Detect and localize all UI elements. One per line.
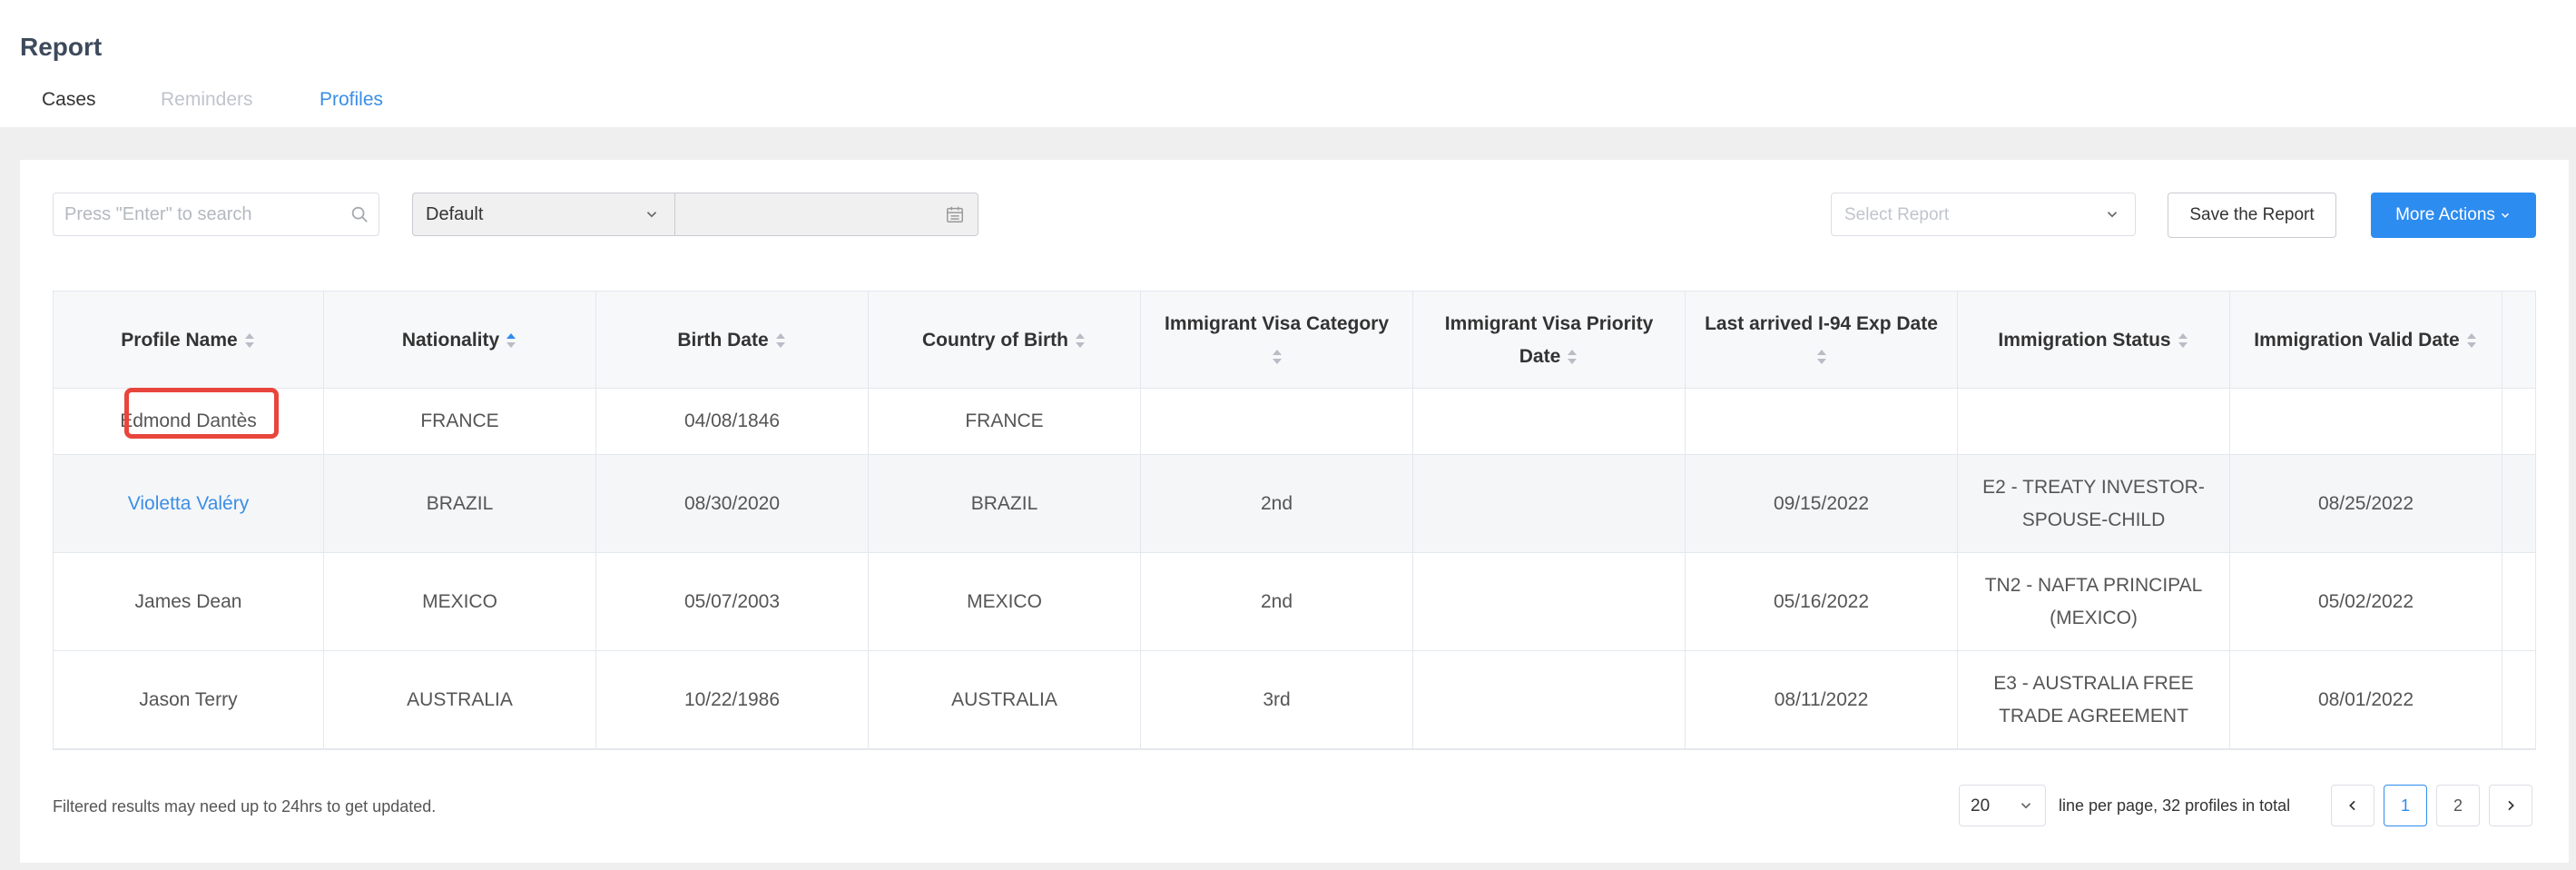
cell-priority-date [1413,389,1686,454]
column-header-immigration-valid-date[interactable]: Immigration Valid Date [2230,292,2502,389]
sort-icon[interactable] [774,331,787,350]
cell-visa-category [1141,389,1413,454]
table-row[interactable]: Violetta Valéry BRAZIL 08/30/2020 BRAZIL… [54,455,2535,553]
chevron-down-icon [2501,213,2509,218]
select-report-placeholder: Select Report [1844,205,1950,224]
report-panel: Default Select Report Save the Report Mo… [20,160,2569,863]
column-header-immigration-status[interactable]: Immigration Status [1958,292,2230,389]
table-header: Profile Name Nationality Birth Date Coun… [54,292,2535,389]
page-1-button[interactable]: 1 [2384,785,2427,826]
cell-valid-date: 08/01/2022 [2230,651,2502,748]
prev-page-button[interactable] [2331,785,2374,826]
column-header-country-of-birth[interactable]: Country of Birth [869,292,1141,389]
cell-valid-date: 08/25/2022 [2230,455,2502,552]
cell-visa-category: 2nd [1141,553,1413,650]
page-2-button[interactable]: 2 [2436,785,2480,826]
calendar-icon [947,206,963,222]
cell-country-of-birth: FRANCE [869,389,1141,454]
sort-icon[interactable] [1074,331,1086,350]
search-box[interactable] [53,193,379,236]
cell-more [2502,455,2535,552]
table-row[interactable]: Edmond Dantès FRANCE 04/08/1846 FRANCE [54,389,2535,455]
save-report-button[interactable]: Save the Report [2168,193,2336,238]
cell-immigration-status: E3 - AUSTRALIA FREE TRADE AGREEMENT [1958,651,2230,748]
cell-nationality: MEXICO [324,553,596,650]
sort-icon[interactable] [2177,331,2189,350]
sort-ascending-icon[interactable] [505,331,517,350]
cell-profile-name[interactable]: Jason Terry [54,651,324,748]
tab-cases[interactable]: Cases [42,89,96,111]
cell-i94-exp-date: 05/16/2022 [1686,553,1958,650]
table-row[interactable]: James Dean MEXICO 05/07/2003 MEXICO 2nd … [54,553,2535,651]
search-icon[interactable] [349,204,369,224]
profile-link-violetta-valery[interactable]: Violetta Valéry [54,455,324,552]
cell-valid-date [2230,389,2502,454]
cell-more [2502,651,2535,748]
sort-icon[interactable] [2465,331,2478,350]
cell-priority-date [1413,651,1686,748]
more-actions-label: More Actions [2395,205,2495,224]
sort-icon[interactable] [1271,348,1283,366]
cell-birth-date: 05/07/2003 [596,553,869,650]
filter-note: Filtered results may need up to 24hrs to… [53,797,437,816]
cell-i94-exp-date [1686,389,1958,454]
page-size-value: 20 [1971,796,1991,816]
chevron-down-icon [2020,803,2031,809]
cell-birth-date: 08/30/2020 [596,455,869,552]
page-title: Report [20,33,103,61]
cell-visa-category: 2nd [1141,455,1413,552]
cell-country-of-birth: MEXICO [869,553,1141,650]
cell-immigration-status: TN2 - NAFTA PRINCIPAL (MEXICO) [1958,553,2230,650]
table-row[interactable]: Jason Terry AUSTRALIA 10/22/1986 AUSTRAL… [54,651,2535,749]
cell-nationality: BRAZIL [324,455,596,552]
cell-nationality: FRANCE [324,389,596,454]
sort-icon[interactable] [1566,348,1578,366]
cell-more [2502,389,2535,454]
cell-profile-name[interactable]: James Dean [54,553,324,650]
cell-birth-date: 04/08/1846 [596,389,869,454]
column-header-birth-date[interactable]: Birth Date [596,292,869,389]
date-type-value: Default [426,204,484,224]
more-actions-button[interactable]: More Actions [2371,193,2536,238]
select-report-dropdown[interactable]: Select Report [1831,193,2136,236]
column-header-more [2502,292,2535,389]
cell-more [2502,553,2535,650]
cell-i94-exp-date: 08/11/2022 [1686,651,1958,748]
tab-profiles[interactable]: Profiles [320,89,383,111]
cell-immigration-status [1958,389,2230,454]
sort-icon[interactable] [1815,348,1828,366]
chevron-right-icon [2508,800,2514,811]
chevron-down-icon [646,212,657,218]
profiles-table: Profile Name Nationality Birth Date Coun… [53,291,2536,750]
cell-valid-date: 05/02/2022 [2230,553,2502,650]
cell-visa-category: 3rd [1141,651,1413,748]
cell-i94-exp-date: 09/15/2022 [1686,455,1958,552]
cell-birth-date: 10/22/1986 [596,651,869,748]
cell-priority-date [1413,455,1686,552]
cell-country-of-birth: BRAZIL [869,455,1141,552]
top-bar: Report Cases Reminders Profiles [0,0,2576,127]
next-page-button[interactable] [2489,785,2532,826]
search-input[interactable] [54,193,344,235]
cell-immigration-status: E2 - TREATY INVESTOR-SPOUSE-CHILD [1958,455,2230,552]
column-header-profile-name[interactable]: Profile Name [54,292,324,389]
sort-icon[interactable] [243,331,256,350]
column-header-immigrant-visa-category[interactable]: Immigrant Visa Category [1141,292,1413,389]
cell-country-of-birth: AUSTRALIA [869,651,1141,748]
column-header-nationality[interactable]: Nationality [324,292,596,389]
cell-nationality: AUSTRALIA [324,651,596,748]
pagination-summary: line per page, 32 profiles in total [2059,796,2291,815]
cell-priority-date [1413,553,1686,650]
column-header-immigrant-visa-priority-date[interactable]: Immigrant Visa Priority Date [1413,292,1686,389]
date-type-select[interactable]: Default [412,193,675,236]
page-size-select[interactable]: 20 [1959,785,2046,826]
tab-reminders[interactable]: Reminders [161,89,253,111]
date-range-picker[interactable] [674,193,978,236]
chevron-left-icon [2349,800,2355,811]
chevron-down-icon [2107,212,2118,218]
column-header-last-arrived-i94-exp-date[interactable]: Last arrived I-94 Exp Date [1686,292,1958,389]
cell-profile-name[interactable]: Edmond Dantès [54,389,324,454]
